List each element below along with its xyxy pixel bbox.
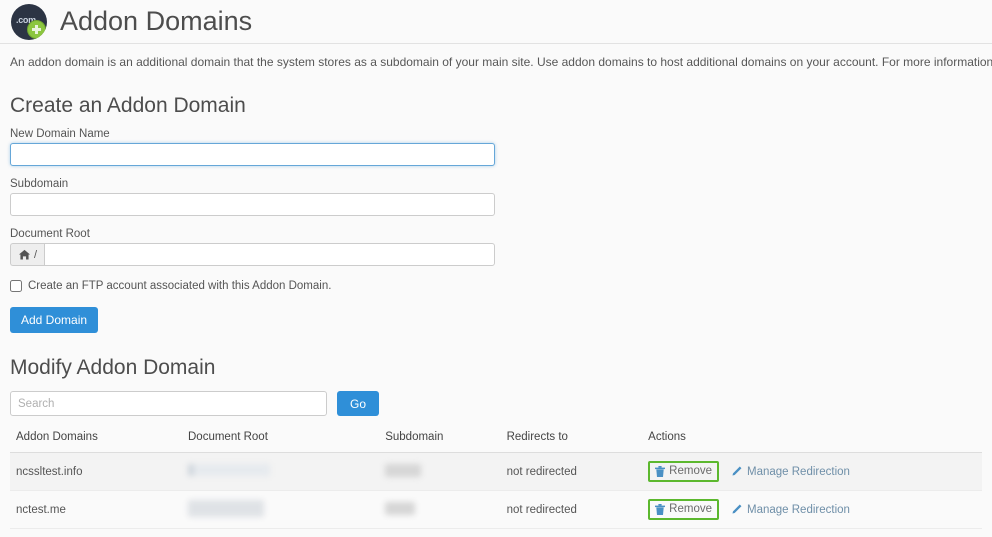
add-domain-button[interactable]: Add Domain — [10, 307, 99, 333]
remove-button[interactable]: Remove — [648, 498, 719, 521]
search-input[interactable] — [10, 391, 327, 416]
column-header-document-root: Document Root — [188, 431, 386, 453]
create-addon-domain-form: New Domain Name Subdomain Document Root … — [0, 128, 992, 333]
cell-document-root — [188, 452, 386, 491]
plus-badge-icon — [27, 20, 46, 39]
cell-redirects-to: not redirected — [506, 452, 649, 491]
search-go-button[interactable]: Go — [337, 391, 380, 416]
cell-actions: Remove Manage Redirection — [648, 490, 982, 529]
create-section-title: Create an Addon Domain — [10, 94, 246, 117]
cell-subdomain — [385, 490, 507, 529]
domain-com-plus-icon: .com — [11, 4, 47, 40]
subdomain-label: Subdomain — [10, 178, 69, 190]
column-header-addon-domains: Addon Domains — [10, 431, 188, 453]
table-row: ncssltest.info not redirected Remove Man… — [10, 452, 982, 491]
document-root-prefix: / — [10, 243, 45, 266]
manage-redirection-label: Manage Redirection — [747, 465, 850, 478]
cell-addon-domain: nctest.me — [10, 490, 188, 529]
intro-text-before: An addon domain is an additional domain … — [10, 55, 992, 69]
document-root-slash: / — [34, 248, 38, 261]
document-root-group: / — [10, 243, 495, 266]
ftp-account-checkbox[interactable] — [10, 280, 22, 292]
remove-button[interactable]: Remove — [648, 460, 719, 483]
search-row: Go — [0, 391, 992, 416]
cell-addon-domain: ncssltest.info — [10, 452, 188, 491]
manage-redirection-label: Manage Redirection — [747, 503, 850, 516]
column-header-redirects-to: Redirects to — [506, 431, 649, 453]
column-header-actions: Actions — [648, 431, 982, 453]
ftp-account-checkbox-row: Create an FTP account associated with th… — [10, 280, 982, 292]
table-body: ncssltest.info not redirected Remove Man… — [10, 452, 982, 529]
document-root-label: Document Root — [10, 228, 90, 240]
pencil-icon — [731, 466, 742, 477]
pencil-icon — [731, 504, 742, 515]
cell-actions: Remove Manage Redirection — [648, 452, 982, 491]
trash-icon — [655, 504, 666, 515]
new-domain-name-label: New Domain Name — [10, 128, 110, 140]
redacted-document-root — [188, 464, 270, 476]
remove-label: Remove — [669, 502, 712, 515]
table-header-row: Addon Domains Document Root Subdomain Re… — [10, 431, 982, 453]
manage-redirection-link[interactable]: Manage Redirection — [731, 466, 850, 478]
table-row: nctest.me not redirected Remove Manage R… — [10, 490, 982, 529]
cell-document-root — [188, 490, 386, 529]
subdomain-input[interactable] — [10, 193, 495, 216]
document-root-input[interactable] — [44, 243, 495, 266]
intro-paragraph: An addon domain is an additional domain … — [0, 55, 992, 70]
cell-subdomain — [385, 452, 507, 491]
addon-domains-table-wrap: Addon Domains Document Root Subdomain Re… — [0, 431, 992, 529]
modify-section-title: Modify Addon Domain — [10, 356, 216, 379]
home-icon — [18, 249, 31, 261]
ftp-account-checkbox-label[interactable]: Create an FTP account associated with th… — [28, 280, 331, 292]
cell-redirects-to: not redirected — [506, 490, 649, 529]
manage-redirection-link[interactable]: Manage Redirection — [731, 504, 850, 516]
header-divider — [0, 43, 992, 44]
table-head: Addon Domains Document Root Subdomain Re… — [10, 431, 982, 453]
redacted-subdomain — [385, 463, 422, 477]
remove-label: Remove — [669, 464, 712, 477]
redacted-subdomain — [385, 501, 416, 515]
page-header: .com Addon Domains — [0, 0, 992, 44]
redacted-document-root — [188, 499, 264, 517]
page-title: Addon Domains — [60, 6, 253, 36]
trash-icon — [655, 466, 666, 477]
column-header-subdomain: Subdomain — [385, 431, 507, 453]
new-domain-name-input[interactable] — [10, 143, 495, 166]
addon-domains-table: Addon Domains Document Root Subdomain Re… — [10, 431, 982, 529]
